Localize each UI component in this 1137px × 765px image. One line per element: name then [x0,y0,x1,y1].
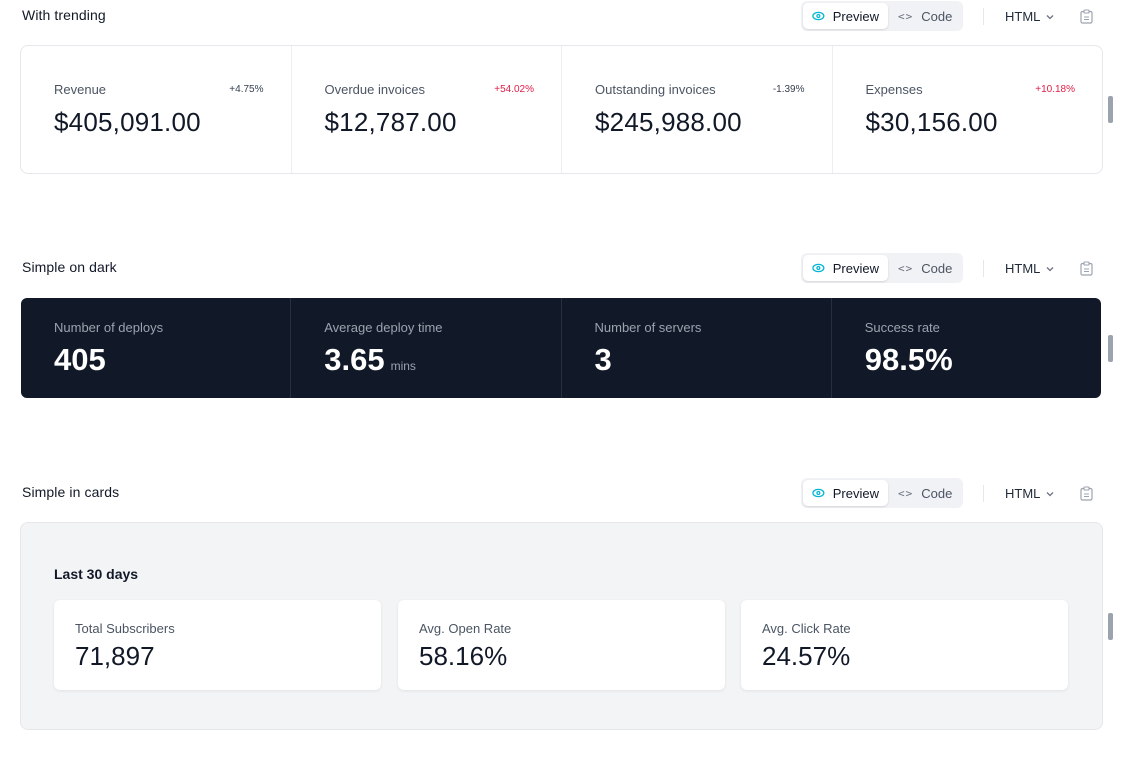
chevron-down-icon [1046,491,1054,496]
chevron-down-icon [1046,266,1054,271]
code-icon: <> [898,261,914,275]
divider [983,260,984,277]
code-label: Code [921,8,953,24]
code-tab[interactable]: <> Code [888,480,961,506]
stat-value: $12,787.00 [324,107,457,137]
stat-deploys: Number of deploys 405 [21,298,290,398]
stat-revenue: Revenue +4.75% $405,091.00 [21,46,291,173]
stat-value: $30,156.00 [865,107,998,137]
code-label: Code [921,260,953,276]
stat-success-rate: Success rate 98.5% [830,298,1101,398]
stat-value: 71,897 [75,641,155,671]
stat-change: +10.18% [1035,84,1075,95]
stat-value: $245,988.00 [595,107,742,137]
section-title: With trending [22,7,106,23]
clipboard-icon[interactable] [1080,9,1093,24]
cards-stats-panel: Last 30 days Total Subscribers 71,897 Av… [20,522,1103,730]
stat-label: Number of servers [594,320,702,335]
section-header: Simple on dark Preview <> Code HTML [0,252,1137,283]
preview-label: Preview [832,260,879,276]
code-label: Code [921,485,953,501]
preview-label: Preview [832,8,879,24]
code-tab[interactable]: <> Code [888,3,961,29]
view-toggle: Preview <> Code [801,478,963,508]
language-label: HTML [1005,261,1041,276]
stat-card-subscribers: Total Subscribers 71,897 [54,600,381,690]
preview-tab[interactable]: Preview [803,3,888,29]
stat-card-click-rate: Avg. Click Rate 24.57% [741,600,1068,690]
code-tab[interactable]: <> Code [888,255,961,281]
clipboard-icon[interactable] [1080,261,1093,276]
stat-label: Overdue invoices [324,82,425,97]
stat-servers: Number of servers 3 [560,298,831,398]
stat-value: $405,091.00 [54,107,201,137]
stat-number: 3.65 [324,342,385,377]
stat-value: 58.16% [419,641,508,671]
stat-value: 98.5% [865,342,953,378]
language-select[interactable]: HTML [1005,9,1054,24]
code-icon: <> [898,9,914,23]
language-select[interactable]: HTML [1005,486,1054,501]
language-label: HTML [1005,9,1041,24]
stat-deploy-time: Average deploy time 3.65 mins [290,298,560,398]
eye-icon [812,488,825,498]
stat-label: Avg. Click Rate [762,621,851,636]
stat-expenses: Expenses +10.18% $30,156.00 [831,46,1103,173]
stat-value: 3.65 mins [324,342,416,378]
clipboard-icon[interactable] [1080,486,1093,501]
preview-tab[interactable]: Preview [803,480,888,506]
resize-handle[interactable] [1108,96,1113,123]
section-header: Simple in cards Preview <> Code HTML [0,477,1137,508]
stat-change: +4.75% [229,84,264,95]
resize-handle[interactable] [1108,613,1113,640]
stat-label: Average deploy time [324,320,443,335]
view-toggle: Preview <> Code [801,1,963,31]
stat-label: Outstanding invoices [595,82,716,97]
language-select[interactable]: HTML [1005,261,1054,276]
stat-value: 3 [595,342,612,378]
section-title: Simple on dark [22,259,117,275]
stat-label: Success rate [864,320,940,335]
language-label: HTML [1005,486,1041,501]
stat-card-open-rate: Avg. Open Rate 58.16% [398,600,725,690]
stat-value: 24.57% [762,641,851,671]
stat-number: 3 [594,342,612,377]
resize-handle[interactable] [1108,335,1113,362]
stat-label: Expenses [865,82,923,97]
dark-stats-panel: Number of deploys 405 Average deploy tim… [21,298,1101,398]
divider [983,8,984,25]
trending-stats-panel: Revenue +4.75% $405,091.00 Overdue invoi… [20,45,1103,174]
eye-icon [812,263,825,273]
stat-change: +54.02% [494,84,534,95]
stat-label: Total Subscribers [75,621,175,636]
stat-label: Avg. Open Rate [419,621,512,636]
stat-label: Revenue [54,82,107,97]
chevron-down-icon [1046,14,1054,19]
stat-outstanding-invoices: Outstanding invoices -1.39% $245,988.00 [561,46,832,173]
stat-number: 405 [54,342,106,377]
stat-value: 405 [54,342,106,378]
divider [983,485,984,502]
stat-overdue-invoices: Overdue invoices +54.02% $12,787.00 [290,46,562,173]
eye-icon [812,11,825,21]
code-icon: <> [898,486,914,500]
section-header: With trending Preview <> Code HTML [0,0,1137,31]
stat-unit: mins [390,359,416,373]
stat-change: -1.39% [772,84,805,95]
period-heading: Last 30 days [54,566,139,582]
section-title: Simple in cards [22,484,120,500]
stat-number: 98.5% [864,342,953,377]
preview-label: Preview [832,485,879,501]
stat-label: Number of deploys [54,320,164,335]
preview-tab[interactable]: Preview [803,255,888,281]
view-toggle: Preview <> Code [801,253,963,283]
